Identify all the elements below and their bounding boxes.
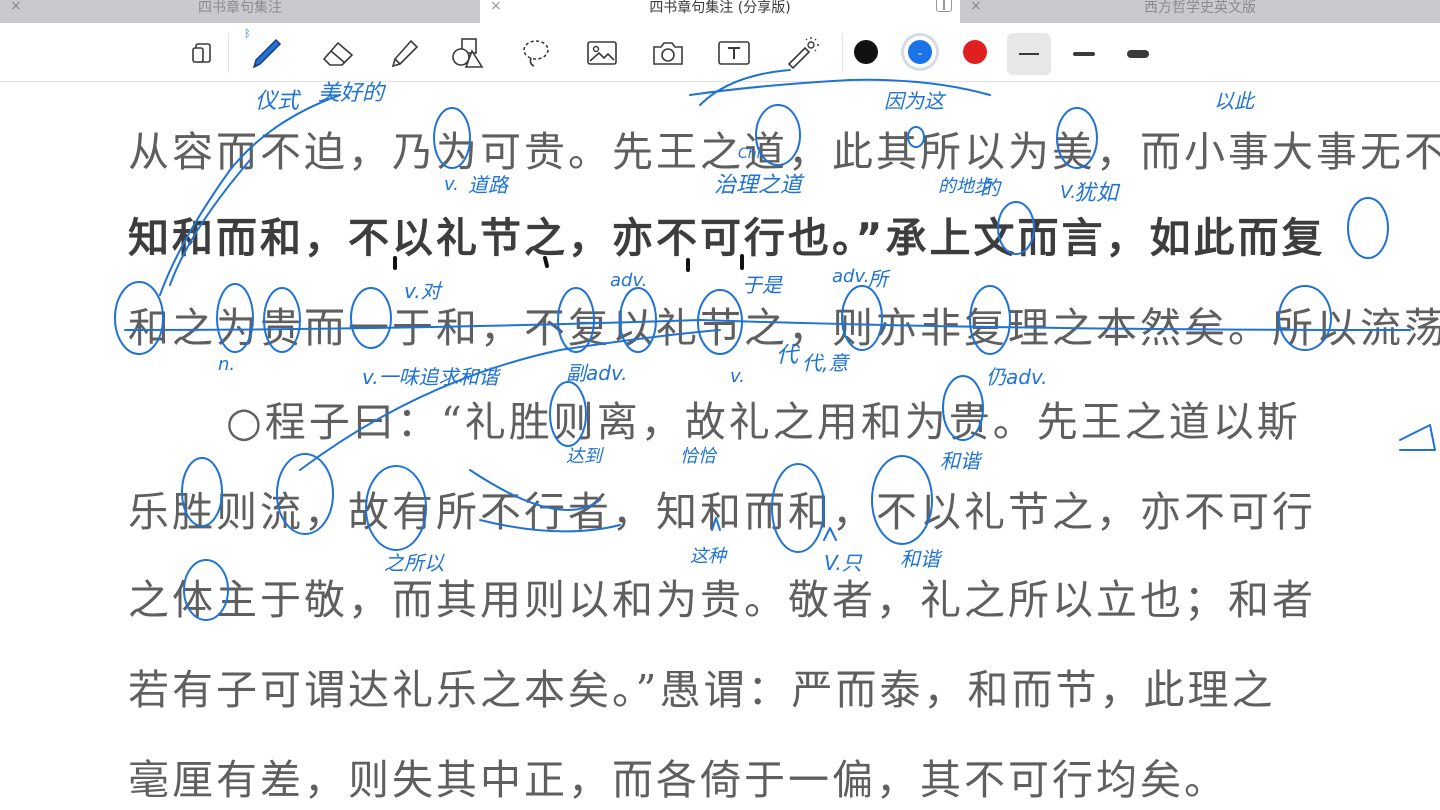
text-line: 乐胜则流，故有所不行者，知和而和，不以礼节之，亦不可行: [128, 488, 1316, 536]
text-line: 和之为贵而一于和，不复以礼节之，则亦非复理之本然矣。所以流荡: [128, 304, 1440, 352]
annotation-toolbar: ᛒ ⌄: [0, 23, 1440, 82]
split-view-icon[interactable]: [936, 0, 952, 12]
bluetooth-icon: ᛒ: [244, 27, 251, 40]
close-tab-icon[interactable]: ×: [490, 0, 502, 14]
close-tab-icon[interactable]: ×: [10, 0, 22, 14]
highlighter-icon[interactable]: [384, 33, 424, 73]
tab-sishu-share[interactable]: × 四书章句集注 (分享版): [480, 0, 960, 23]
thickness-medium[interactable]: [1062, 33, 1106, 75]
text-line: ○程子曰：“礼胜则离，故礼之用和为贵。先王之道以斯: [226, 398, 1301, 446]
text-line: 之体主于敬，而其用则以和为贵。敬者，礼之所以立也；和者: [128, 576, 1316, 624]
text-line: 知和而和，不以礼节之，亦不可行也。”承上文而言，如此而复: [128, 214, 1326, 262]
laser-pointer-icon[interactable]: [782, 33, 822, 73]
camera-icon[interactable]: [648, 33, 688, 73]
thickness-thin[interactable]: [1007, 33, 1051, 75]
text-line: 毫厘有差，则失其中正，而各倚于一偏，其不可行均矣。: [128, 756, 1228, 804]
chevron-down-icon: ⌄: [916, 48, 924, 58]
text-line: 若有子可谓达礼乐之本矣。”愚谓：严而泰，和而节，此理之: [128, 666, 1276, 714]
color-red-swatch[interactable]: [963, 40, 987, 64]
tab-title: 西方哲学史英文版: [1144, 0, 1256, 16]
tab-western-philosophy[interactable]: × 西方哲学史英文版: [960, 0, 1440, 23]
lasso-icon[interactable]: [516, 33, 556, 73]
color-black-swatch[interactable]: [854, 40, 878, 64]
tab-title: 四书章句集注 (分享版): [649, 0, 791, 16]
pen-icon[interactable]: ᛒ: [244, 27, 286, 73]
page-view-icon[interactable]: [182, 33, 222, 73]
close-tab-icon[interactable]: ×: [970, 0, 982, 14]
image-icon[interactable]: [582, 33, 622, 73]
tab-title: 四书章句集注: [198, 0, 282, 16]
text-icon[interactable]: [714, 33, 754, 73]
document-page[interactable]: 从容而不迫，乃为可贵。先王之道，此其所以为美，而小事大事无不 知和而和，不以礼节…: [0, 82, 1440, 810]
color-blue-swatch[interactable]: ⌄: [908, 40, 932, 64]
thickness-thick[interactable]: [1116, 33, 1160, 75]
tab-bar: × 四书章句集注 × 四书章句集注 (分享版) × 西方哲学史英文版: [0, 0, 1440, 23]
tab-sishu[interactable]: × 四书章句集注: [0, 0, 480, 23]
eraser-icon[interactable]: [318, 33, 358, 73]
text-line: 从容而不迫，乃为可贵。先王之道，此其所以为美，而小事大事无不: [128, 128, 1440, 176]
shapes-icon[interactable]: [448, 33, 488, 73]
